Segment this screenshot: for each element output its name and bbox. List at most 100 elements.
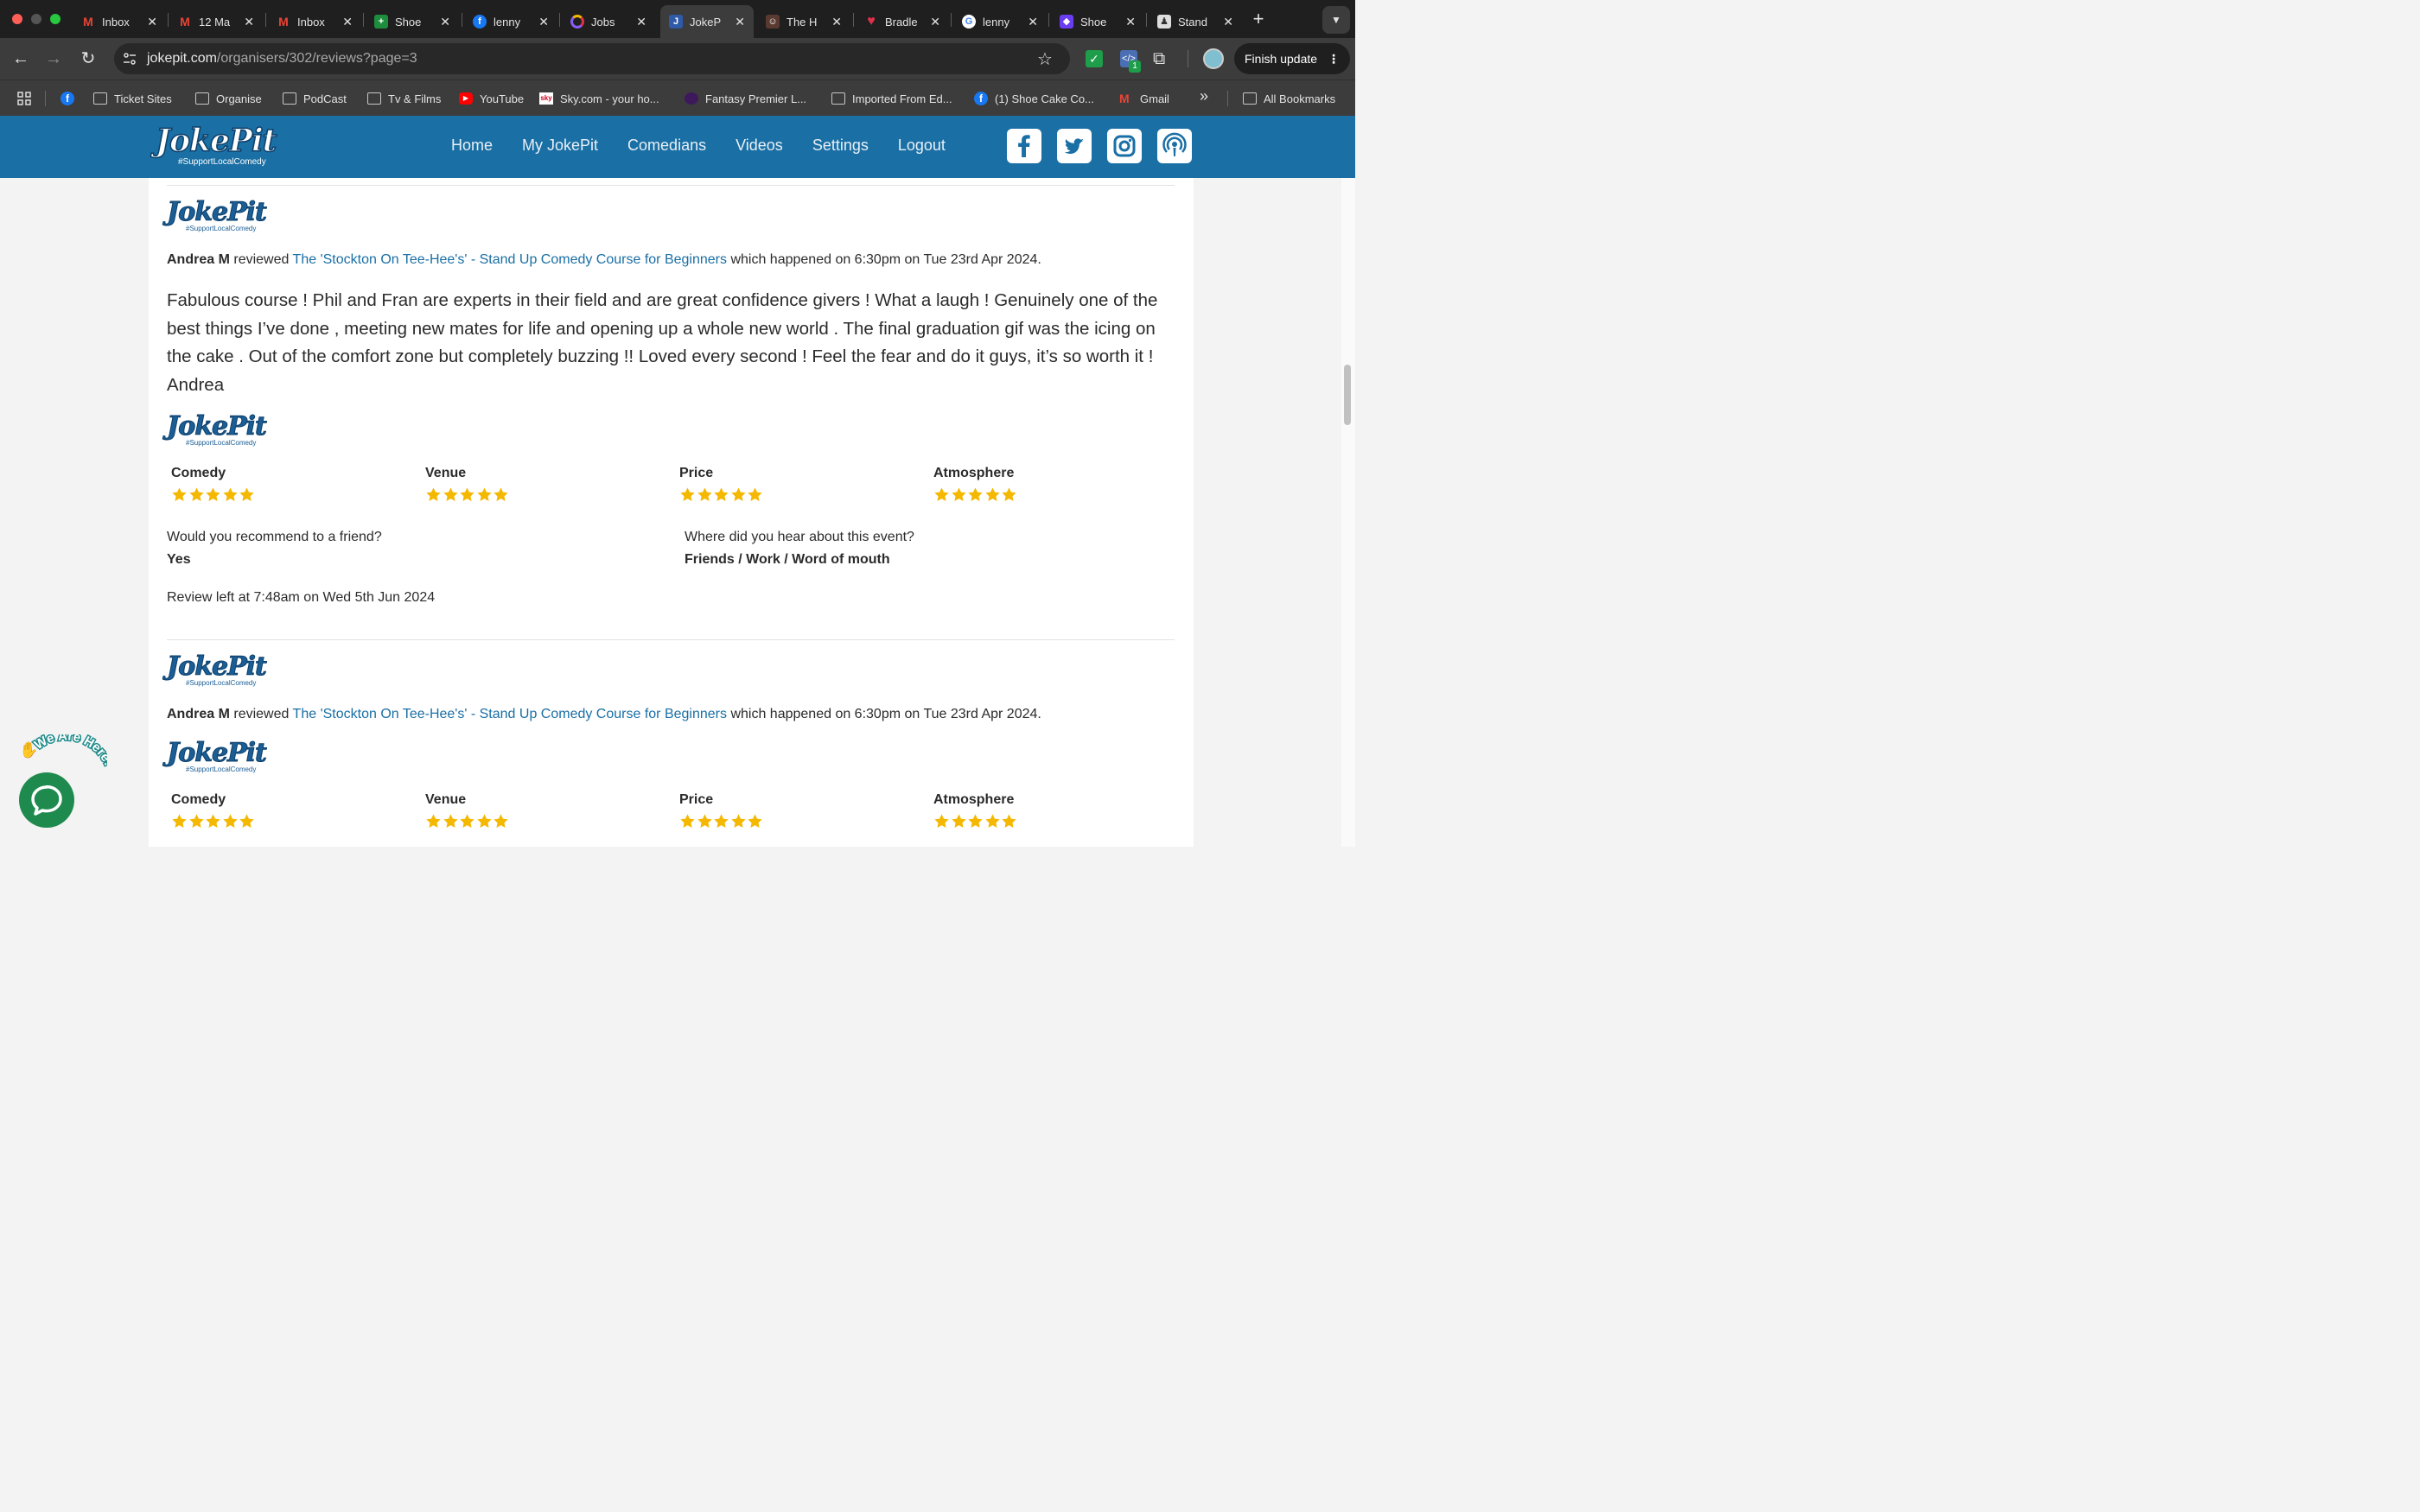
gmail-icon: M — [83, 15, 93, 29]
star-icon — [730, 487, 746, 501]
close-tab-icon[interactable]: ✕ — [440, 15, 450, 29]
close-tab-icon[interactable]: ✕ — [1125, 15, 1136, 29]
tab-divider — [168, 13, 169, 27]
bookmark-folder[interactable]: PodCast — [283, 91, 347, 106]
event-link[interactable]: The 'Stockton On Tee-Hee's' - Stand Up C… — [293, 707, 727, 721]
nav-settings[interactable]: Settings — [812, 137, 869, 155]
bookmark-sky[interactable]: sky Sky.com - your ho... — [539, 91, 659, 106]
bookmark-shoe-cake[interactable]: f (1) Shoe Cake Co... — [974, 91, 1094, 106]
hear-about-block: Where did you hear about this event? Fri… — [685, 530, 914, 568]
bookmark-star-icon[interactable]: ☆ — [1037, 48, 1053, 70]
star-icon — [172, 814, 187, 828]
close-tab-icon[interactable]: ✕ — [831, 15, 842, 29]
star-icon — [1002, 487, 1016, 501]
facebook-icon[interactable] — [1007, 129, 1041, 163]
star-icon — [680, 814, 695, 828]
bookmark-youtube[interactable]: ▶ YouTube — [459, 91, 524, 106]
close-tab-icon[interactable]: ✕ — [342, 15, 353, 29]
star-icon — [443, 814, 458, 828]
puzzle-extensions-icon[interactable]: ⧉ — [1153, 48, 1172, 69]
maximize-window-button[interactable] — [50, 14, 60, 24]
star-icon — [934, 814, 949, 828]
chat-widget[interactable]: We Are Here! ✋ — [12, 734, 107, 829]
site-settings-icon[interactable] — [123, 52, 137, 66]
browser-tab[interactable]: ♥ Bradle ✕ — [856, 5, 949, 38]
bookmark-folder[interactable]: Ticket Sites — [93, 91, 172, 106]
bookmark-folder[interactable]: Tv & Films — [367, 91, 441, 106]
scrollbar-thumb[interactable] — [1344, 365, 1351, 425]
forward-button[interactable]: → — [43, 48, 64, 69]
recommend-block: Would you recommend to a friend? Yes — [167, 530, 382, 568]
star-icon — [188, 487, 204, 501]
finish-update-button[interactable]: Finish update ⋮ — [1234, 43, 1350, 74]
browser-tab[interactable]: M Inbox ✕ — [73, 5, 166, 38]
close-tab-icon[interactable]: ✕ — [1028, 15, 1038, 29]
tab-search-button[interactable]: ▼ — [1322, 6, 1350, 34]
sky-icon: sky — [539, 92, 553, 105]
address-bar[interactable]: jokepit.com/organisers/302/reviews?page=… — [114, 43, 1070, 74]
browser-tab[interactable]: f lenny ✕ — [464, 5, 557, 38]
chat-button[interactable] — [19, 772, 74, 828]
browser-tab[interactable]: ♟ Stand ✕ — [1149, 5, 1242, 38]
close-tab-icon[interactable]: ✕ — [147, 15, 157, 29]
close-tab-icon[interactable]: ✕ — [538, 15, 549, 29]
nav-comedians[interactable]: Comedians — [627, 137, 706, 155]
bookmark-gmail[interactable]: M Gmail — [1119, 91, 1169, 106]
browser-tab[interactable]: ☺ The H ✕ — [757, 5, 850, 38]
browser-tab[interactable]: Jobs ✕ — [562, 5, 655, 38]
event-link[interactable]: The 'Stockton On Tee-Hee's' - Stand Up C… — [293, 252, 727, 267]
close-tab-icon[interactable]: ✕ — [930, 15, 940, 29]
reviewer-name: Andrea M — [167, 707, 230, 721]
cube-icon: ◆ — [1060, 15, 1073, 29]
jokepit-logo[interactable]: JokePit #SupportLocalComedy — [155, 124, 277, 167]
close-tab-icon[interactable]: ✕ — [735, 15, 745, 29]
bookmarks-divider — [45, 91, 46, 106]
browser-tab[interactable]: ◆ Shoe ✕ — [1051, 5, 1144, 38]
twitter-icon[interactable] — [1057, 129, 1092, 163]
bookmark-fantasy-premier[interactable]: Fantasy Premier L... — [685, 91, 806, 106]
minimize-window-button[interactable] — [31, 14, 41, 24]
nav-home[interactable]: Home — [451, 137, 493, 155]
close-window-button[interactable] — [12, 14, 22, 24]
nav-videos[interactable]: Videos — [736, 137, 783, 155]
all-bookmarks-button[interactable]: All Bookmarks — [1243, 91, 1335, 106]
close-tab-icon[interactable]: ✕ — [636, 15, 646, 29]
new-tab-button[interactable]: + — [1248, 9, 1269, 29]
browser-tab-active[interactable]: J JokeP ✕ — [660, 5, 754, 38]
avatar[interactable] — [1203, 48, 1224, 69]
back-button[interactable]: ← — [10, 48, 31, 69]
star-icon — [476, 487, 492, 501]
nav-logout[interactable]: Logout — [898, 137, 946, 155]
star-rating — [933, 486, 1018, 503]
review-header: Andrea M reviewed The 'Stockton On Tee-H… — [167, 252, 1041, 267]
arrow-left-icon: ← — [12, 49, 29, 68]
star-icon — [494, 487, 508, 501]
browser-tab[interactable]: M 12 Ma ✕ — [169, 5, 263, 38]
main-nav: Home My JokePit Comedians Videos Setting… — [451, 137, 975, 155]
close-tab-icon[interactable]: ✕ — [244, 15, 254, 29]
close-tab-icon[interactable]: ✕ — [1223, 15, 1233, 29]
bookmark-folder[interactable]: Imported From Ed... — [831, 91, 952, 106]
gmail-icon: M — [1119, 92, 1130, 105]
url-text[interactable]: jokepit.com/organisers/302/reviews?page=… — [147, 51, 417, 67]
folder-icon — [93, 92, 107, 105]
apps-grid-icon[interactable] — [17, 91, 31, 106]
bookmarks-overflow-button[interactable]: » — [1200, 87, 1208, 105]
browser-tab[interactable]: + Shoe ✕ — [366, 5, 459, 38]
reload-button[interactable]: ↻ — [78, 48, 99, 69]
podcast-icon[interactable] — [1157, 129, 1192, 163]
rating-price: Price — [679, 466, 764, 503]
star-icon — [222, 487, 238, 501]
ratings-logo: JokePit #SupportLocalComedy — [167, 738, 268, 773]
browser-tab[interactable]: Glenny ✕ — [953, 5, 1047, 38]
review-left-at: Review left at 7:48am on Wed 5th Jun 202… — [167, 590, 436, 605]
browser-tab[interactable]: M Inbox ✕ — [268, 5, 361, 38]
nav-my-jokepit[interactable]: My JokePit — [522, 137, 598, 155]
scrollbar-track[interactable] — [1341, 178, 1355, 847]
star-icon — [443, 487, 458, 501]
bookmark-facebook[interactable]: f — [60, 91, 81, 106]
bookmark-folder[interactable]: Organise — [195, 91, 262, 106]
instagram-icon[interactable] — [1107, 129, 1142, 163]
checkmark-extension-icon[interactable]: ✓ — [1086, 50, 1103, 67]
star-icon — [460, 487, 474, 501]
